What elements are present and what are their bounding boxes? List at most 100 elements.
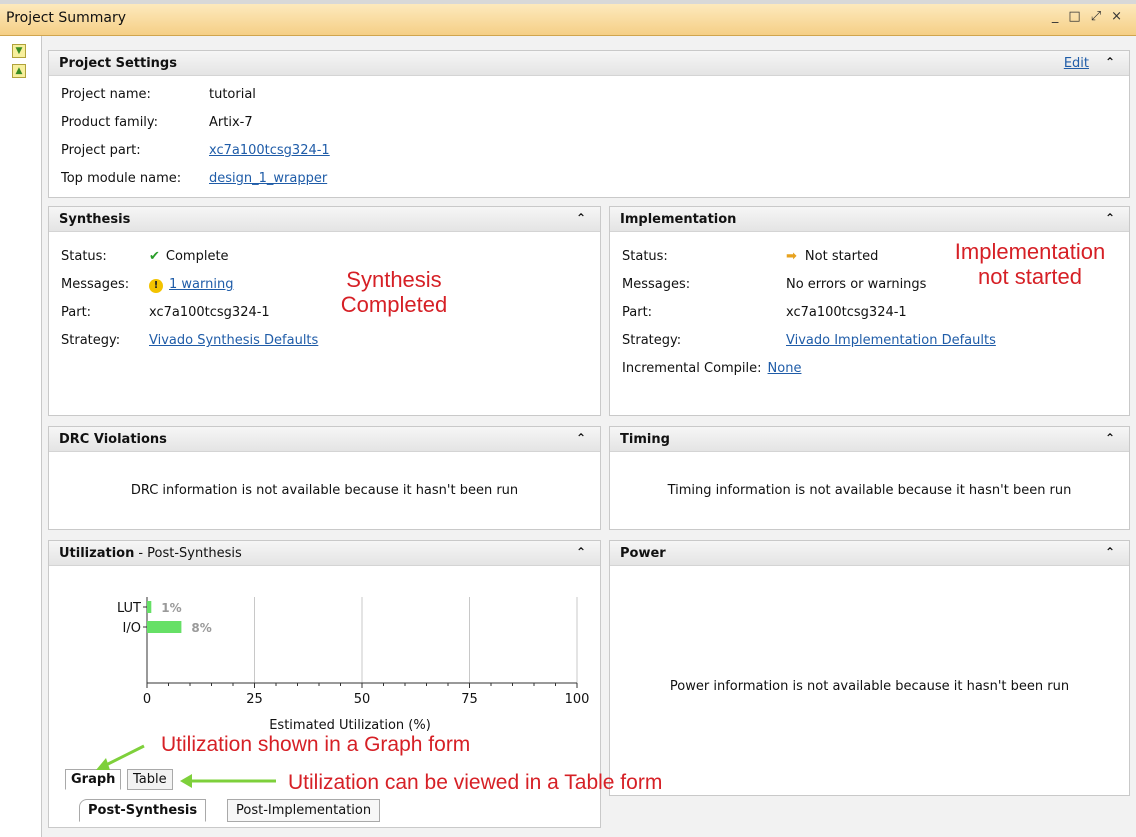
y-tick-label: I/O <box>123 621 141 636</box>
collapse-all-icon[interactable]: ▼ <box>12 44 26 58</box>
x-tick-label: 25 <box>246 692 263 707</box>
x-tick-label: 0 <box>143 692 151 707</box>
tab-graph[interactable]: Graph <box>65 769 122 790</box>
tab-post-synthesis[interactable]: Post-Synthesis <box>79 799 207 822</box>
messages-value: No errors or warnings <box>786 277 927 292</box>
data-label: 8% <box>191 621 211 635</box>
panel-header: DRC Violations ⌃ <box>49 427 600 452</box>
field-value: Artix-7 <box>209 115 253 130</box>
field-label: Status: <box>622 249 668 264</box>
summary-content: Project Settings Edit ⌃ Project name: tu… <box>42 36 1136 837</box>
tab-post-implementation[interactable]: Post-Implementation <box>227 799 381 822</box>
synthesis-panel: Synthesis ⌃ Status: ✔ Complete Messages:… <box>48 206 601 416</box>
timing-panel: Timing ⌃ Timing information is not avail… <box>609 426 1130 530</box>
field-label: Incremental Compile: <box>622 361 762 376</box>
status-row: Status: ➡ Not started <box>622 249 878 264</box>
panel-title: Synthesis <box>59 211 131 227</box>
settings-row: Product family: Artix-7 <box>61 115 253 130</box>
part-value: xc7a100tcsg324-1 <box>149 305 270 320</box>
panel-header: Power ⌃ <box>610 541 1129 566</box>
drc-message: DRC information is not available because… <box>130 483 519 498</box>
collapse-icon[interactable]: ⌃ <box>576 431 586 445</box>
power-panel: Power ⌃ Power information is not availab… <box>609 540 1130 796</box>
implementation-strategy-link[interactable]: Vivado Implementation Defaults <box>786 333 996 348</box>
warnings-link[interactable]: 1 warning <box>169 277 233 293</box>
restore-icon[interactable]: ⤢ <box>1091 9 1101 24</box>
tab-table[interactable]: Table <box>127 769 173 790</box>
field-value: tutorial <box>209 87 256 102</box>
implementation-panel: Implementation ⌃ Status: ➡ Not started M… <box>609 206 1130 416</box>
left-toolbar: ▼ ▲ <box>0 36 42 837</box>
collapse-icon[interactable]: ⌃ <box>1105 431 1115 445</box>
strategy-row: Strategy: Vivado Synthesis Defaults <box>61 333 318 348</box>
x-axis-label: Estimated Utilization (%) <box>269 718 431 733</box>
warning-icon: ! <box>149 279 163 293</box>
field-label: Messages: <box>61 277 130 292</box>
messages-row: Messages: No errors or warnings <box>622 277 926 292</box>
collapse-icon[interactable]: ⌃ <box>1105 545 1115 559</box>
panel-header: Utilization - Post-Synthesis ⌃ <box>49 541 600 566</box>
top-module-link[interactable]: design_1_wrapper <box>209 171 327 186</box>
maximize-icon[interactable]: □ <box>1068 9 1080 24</box>
field-label: Product family: <box>61 115 159 130</box>
minimize-icon[interactable]: _ <box>1052 9 1059 24</box>
table-annotation: Utilization can be viewed in a Table for… <box>288 771 663 794</box>
x-tick-label: 75 <box>461 692 478 707</box>
panel-title: Implementation <box>620 211 737 227</box>
field-label: Part: <box>61 305 92 320</box>
collapse-icon[interactable]: ⌃ <box>576 545 586 559</box>
status-value: Complete <box>165 249 229 264</box>
arrow-right-icon: ➡ <box>786 249 797 264</box>
field-label: Status: <box>61 249 107 264</box>
expand-all-icon[interactable]: ▲ <box>12 64 26 78</box>
panel-title: Project Settings <box>59 55 177 71</box>
y-tick-label: LUT <box>117 601 141 616</box>
project-settings-panel: Project Settings Edit ⌃ Project name: tu… <box>48 50 1130 198</box>
part-row: Part: xc7a100tcsg324-1 <box>622 305 907 320</box>
window-title: Project Summary <box>6 10 127 26</box>
window-titlebar: Project Summary _ □ ⤢ × <box>0 0 1136 36</box>
strategy-row: Strategy: Vivado Implementation Defaults <box>622 333 996 348</box>
field-label: Project name: <box>61 87 151 102</box>
window-controls: _ □ ⤢ × <box>1052 9 1122 24</box>
status-row: Status: ✔ Complete <box>61 249 229 264</box>
graph-annotation: Utilization shown in a Graph form <box>161 733 471 756</box>
check-icon: ✔ <box>149 249 160 264</box>
bar <box>147 601 152 613</box>
close-icon[interactable]: × <box>1111 9 1122 24</box>
utilization-chart: 0 25 50 75 100 LUT 1% I/O 8% Estimated Utilizatio… <box>117 597 590 733</box>
status-value: Not started <box>804 249 879 264</box>
field-label: Top module name: <box>61 171 182 186</box>
field-label: Strategy: <box>61 333 121 348</box>
field-label: Project part: <box>61 143 141 158</box>
power-message: Power information is not available becau… <box>669 679 1070 694</box>
panel-header: Implementation ⌃ <box>610 207 1129 232</box>
collapse-icon[interactable]: ⌃ <box>1105 211 1115 225</box>
bar <box>147 621 182 633</box>
drc-panel: DRC Violations ⌃ DRC information is not … <box>48 426 601 530</box>
field-label: Messages: <box>622 277 691 292</box>
settings-row: Project name: tutorial <box>61 87 256 102</box>
field-label: Strategy: <box>622 333 682 348</box>
panel-title: Timing <box>620 431 670 447</box>
messages-row: Messages: ! 1 warning <box>61 277 233 293</box>
collapse-icon[interactable]: ⌃ <box>1105 55 1115 69</box>
panel-title: Utilization <box>59 545 135 561</box>
x-tick-label: 100 <box>565 692 590 707</box>
project-part-link[interactable]: xc7a100tcsg324-1 <box>209 143 330 158</box>
panel-header: Project Settings Edit ⌃ <box>49 51 1129 76</box>
collapse-icon[interactable]: ⌃ <box>576 211 586 225</box>
incremental-compile-link[interactable]: None <box>768 361 802 376</box>
timing-message: Timing information is not available beca… <box>667 483 1072 498</box>
synthesis-annotation: Synthesis Completed <box>340 267 448 318</box>
implementation-annotation: Implementation not started <box>954 239 1106 290</box>
panel-header: Synthesis ⌃ <box>49 207 600 232</box>
data-label: 1% <box>161 601 181 615</box>
panel-header: Timing ⌃ <box>610 427 1129 452</box>
panel-subtitle: - Post-Synthesis <box>138 545 242 561</box>
edit-link[interactable]: Edit <box>1064 56 1089 71</box>
panel-title: Power <box>620 545 666 561</box>
settings-row: Project part: xc7a100tcsg324-1 <box>61 143 330 158</box>
part-row: Part: xc7a100tcsg324-1 <box>61 305 270 320</box>
synthesis-strategy-link[interactable]: Vivado Synthesis Defaults <box>149 333 318 348</box>
